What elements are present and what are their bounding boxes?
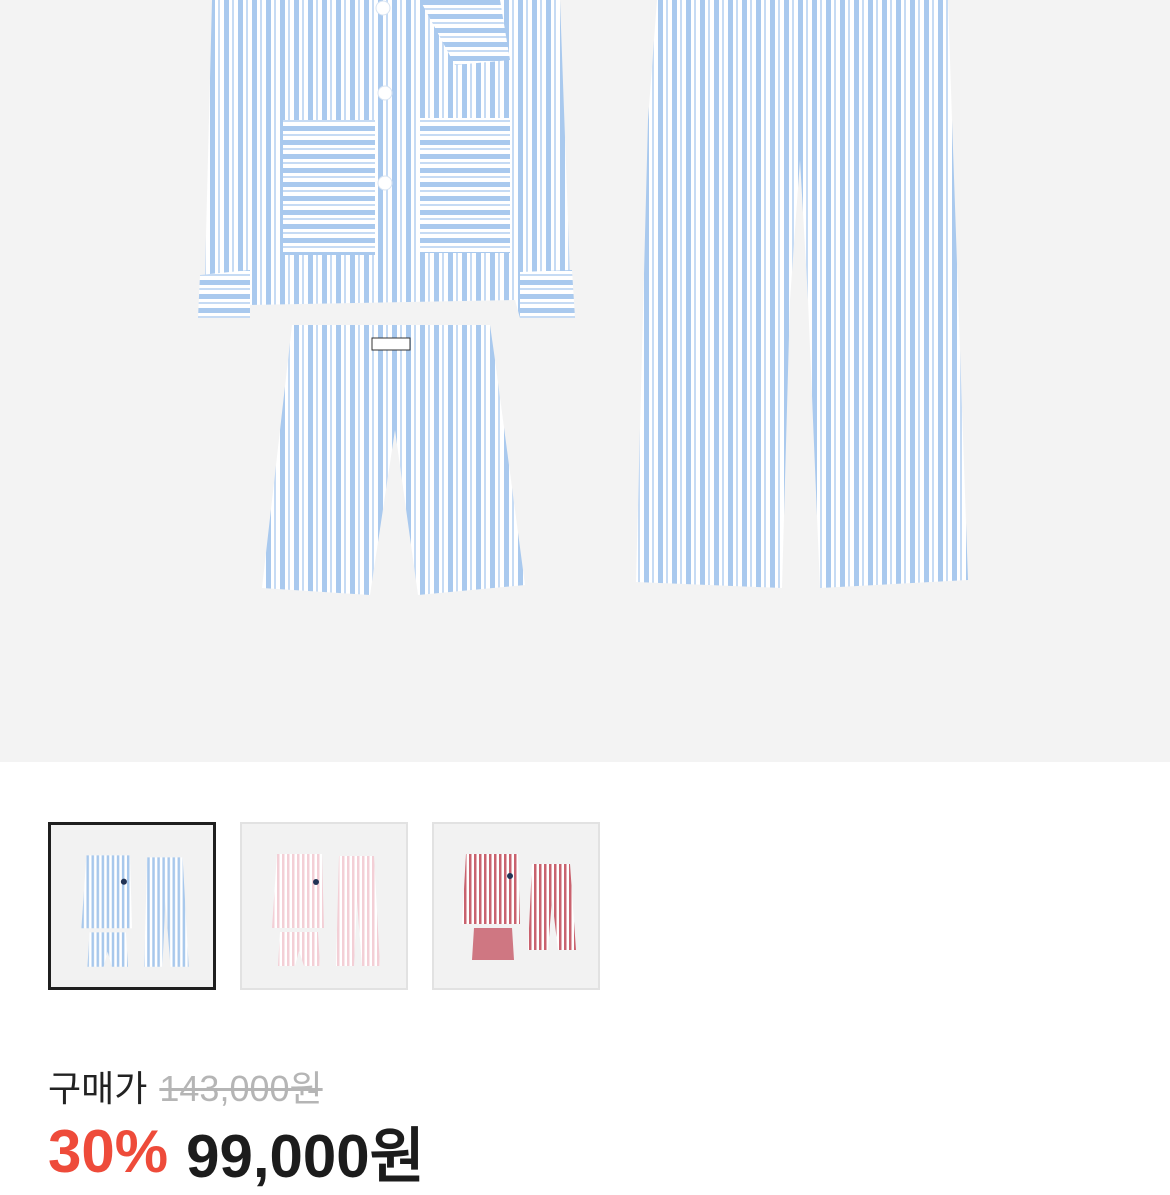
thumbnail-blue[interactable]	[48, 822, 216, 990]
shirt-illustration	[198, 0, 575, 318]
thumbnail-pink[interactable]	[240, 822, 408, 990]
price-sale-row: 30% 99,000원	[48, 1116, 425, 1190]
product-main-image[interactable]	[0, 0, 1170, 762]
sale-price: 99,000원	[186, 1122, 425, 1190]
price-original-row: 구매가 143,000원	[48, 1058, 323, 1114]
shorts-illustration	[262, 325, 525, 595]
price-label: 구매가	[48, 1068, 148, 1109]
thumbnail-red[interactable]	[432, 822, 600, 990]
discount-percent: 30%	[48, 1117, 169, 1185]
pants-illustration	[636, 0, 968, 588]
original-price: 143,000원	[159, 1068, 323, 1109]
